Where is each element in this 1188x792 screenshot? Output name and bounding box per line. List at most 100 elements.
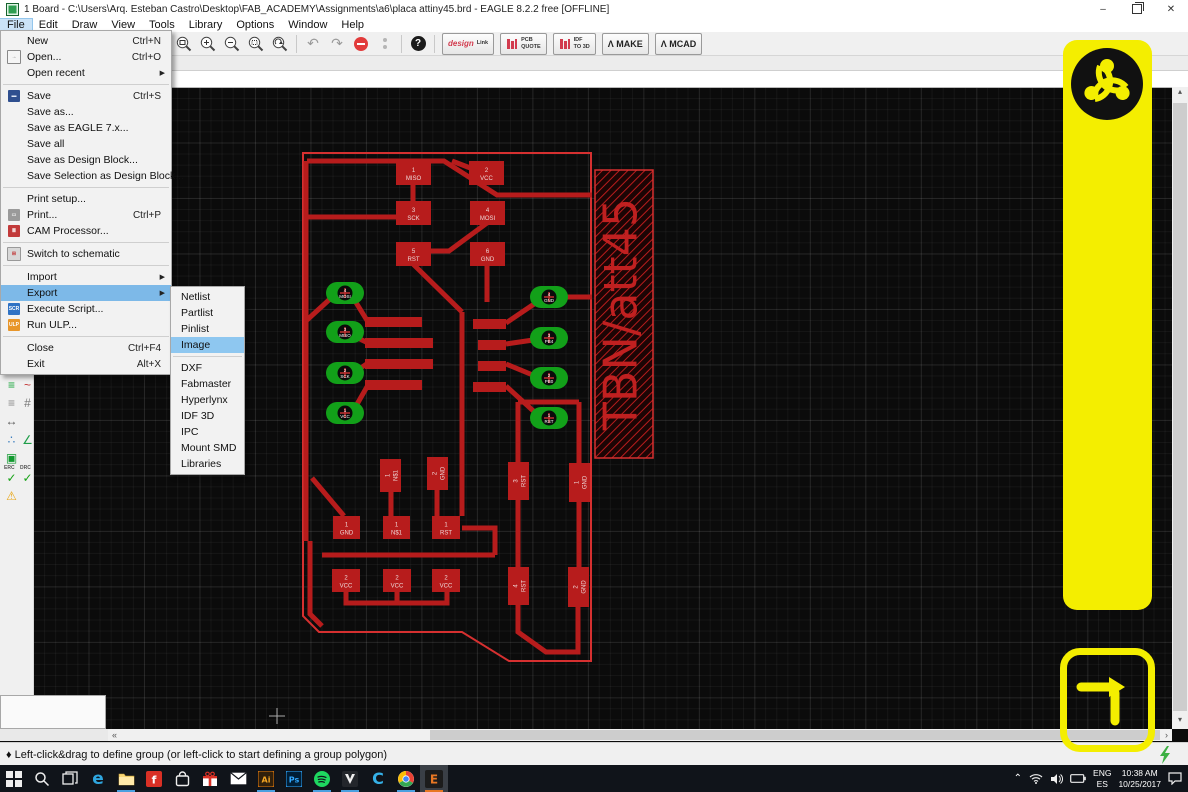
facebook-app-icon[interactable]: f — [140, 765, 168, 792]
layer-stack-icon[interactable]: ≡ — [4, 377, 19, 392]
chrome-icon[interactable] — [392, 765, 420, 792]
gift-app-icon[interactable] — [196, 765, 224, 792]
menubar-item-library[interactable]: Library — [182, 19, 230, 32]
file-menu-item-save-as-eagle-7-x[interactable]: Save as EAGLE 7.x... — [1, 120, 171, 136]
smd-pad[interactable]: 4 RST — [508, 567, 529, 605]
export-menu-item-pinlist[interactable]: Pinlist — [171, 321, 244, 337]
warning-icon[interactable]: ⚠ — [4, 488, 19, 503]
file-menu-item-print-setup[interactable]: Print setup... — [1, 191, 171, 207]
close-button[interactable]: ✕ — [1154, 0, 1188, 18]
mail-icon[interactable] — [224, 765, 252, 792]
zoom-fit-icon[interactable] — [173, 34, 195, 54]
smd-pad[interactable]: 1RST — [432, 516, 460, 539]
clock[interactable]: 10:38 AM 10/25/2017 — [1118, 768, 1161, 789]
erc-check-icon[interactable]: ✓ ERC — [4, 466, 19, 485]
export-menu-item-idf-3d[interactable]: IDF 3D — [171, 408, 244, 424]
layer-gray-icon[interactable]: ≡ — [4, 395, 19, 410]
smd-pad[interactable]: 1MISO — [396, 161, 431, 185]
smd-pad[interactable]: 6GND — [470, 242, 505, 266]
through-hole-pad[interactable]: 1VCC — [326, 402, 364, 424]
help-icon[interactable]: ? — [407, 34, 429, 54]
through-hole-pad[interactable]: 2PB0 — [530, 367, 568, 389]
smd-pad[interactable]: 3 RST — [508, 462, 529, 500]
smd-pad[interactable]: 2VCC — [383, 569, 411, 592]
illustrator-icon[interactable]: Ai — [252, 765, 280, 792]
search-icon[interactable] — [28, 765, 56, 792]
ic-pad[interactable] — [365, 359, 433, 369]
through-hole-pad[interactable]: 3PB4 — [530, 327, 568, 349]
width-arrows-icon[interactable]: ↔ — [4, 413, 19, 428]
menubar-item-options[interactable]: Options — [229, 19, 281, 32]
traffic-light-icon[interactable] — [374, 34, 396, 54]
horizontal-scrollbar[interactable]: « › — [108, 729, 1172, 741]
stop-icon[interactable] — [350, 34, 372, 54]
eagle-icon[interactable]: E — [420, 765, 448, 792]
scroll-left-arrow[interactable]: « — [108, 730, 121, 740]
through-hole-pad[interactable]: 4MOSI — [326, 282, 364, 304]
mcad-button[interactable]: Λ MCAD — [654, 32, 703, 55]
ic-pad[interactable] — [473, 319, 506, 329]
zoom-select-icon[interactable] — [245, 34, 267, 54]
c-app-icon[interactable]: C — [364, 765, 392, 792]
ic-pad[interactable] — [365, 380, 422, 390]
dark-app-icon[interactable] — [336, 765, 364, 792]
smd-pad[interactable]: 1N$1 — [383, 516, 410, 539]
zoom-in-icon[interactable] — [197, 34, 219, 54]
file-menu-item-execute-script[interactable]: SCR Execute Script... — [1, 301, 171, 317]
export-menu-item-netlist[interactable]: Netlist — [171, 289, 244, 305]
pcb-quote-button[interactable]: PCB QUOTE — [500, 32, 547, 55]
export-menu-item-fabmaster[interactable]: Fabmaster — [171, 376, 244, 392]
idf-to-3d-button[interactable]: IDF TO 3D — [552, 32, 596, 55]
command-line-input[interactable] — [0, 71, 1188, 88]
file-menu-item-cam-processor[interactable]: ≣ CAM Processor... — [1, 223, 171, 239]
zoom-redraw-icon[interactable] — [269, 34, 291, 54]
smd-pad[interactable]: 2VCC — [469, 161, 504, 185]
undo-icon[interactable]: ↶ — [302, 34, 324, 54]
smd-pad[interactable]: 3SCK — [396, 201, 431, 225]
zoom-out-icon[interactable] — [221, 34, 243, 54]
file-menu-item-open[interactable]: → Open... Ctrl+O — [1, 49, 171, 65]
redo-icon[interactable]: ↷ — [326, 34, 348, 54]
start-button[interactable] — [0, 765, 28, 792]
smd-pad[interactable]: 1GND — [333, 516, 360, 539]
smd-pad[interactable]: 1N$1 — [380, 459, 401, 492]
file-menu-item-run-ulp[interactable]: ULP Run ULP... — [1, 317, 171, 333]
export-menu-item-hyperlynx[interactable]: Hyperlynx — [171, 392, 244, 408]
through-hole-pad[interactable]: 1RST — [530, 407, 568, 429]
smd-pad[interactable]: 1GND — [569, 463, 590, 502]
vertical-scroll-thumb[interactable] — [1173, 103, 1187, 711]
speaker-icon[interactable] — [1050, 773, 1063, 785]
vertical-scrollbar[interactable]: ▴ ▾ — [1172, 87, 1188, 729]
scroll-up-arrow[interactable]: ▴ — [1172, 87, 1188, 101]
store-app-icon[interactable] — [168, 765, 196, 792]
angle-route-icon[interactable]: ∠ — [20, 432, 35, 447]
file-menu-item-save-all[interactable]: Save all — [1, 136, 171, 152]
file-menu-item-new[interactable]: New Ctrl+N — [1, 33, 171, 49]
tray-expand-icon[interactable]: ⌃ — [1014, 773, 1022, 784]
scroll-right-arrow[interactable]: › — [1161, 730, 1172, 740]
smd-pad[interactable]: 4MOSI — [470, 201, 505, 225]
file-menu-item-save-selection-as-design-block[interactable]: Save Selection as Design Block... — [1, 168, 184, 184]
photoshop-icon[interactable]: Ps — [280, 765, 308, 792]
menubar-item-help[interactable]: Help — [334, 19, 371, 32]
file-menu-item-save-as[interactable]: Save as... — [1, 104, 171, 120]
export-menu-item-image[interactable]: Image — [171, 337, 244, 353]
scroll-down-arrow[interactable]: ▾ — [1172, 715, 1188, 729]
ic-pad[interactable] — [365, 317, 422, 327]
horizontal-scroll-thumb[interactable] — [430, 730, 1160, 740]
export-menu-item-ipc[interactable]: IPC — [171, 424, 244, 440]
file-menu-item-export[interactable]: Export ▶ — [1, 285, 171, 301]
file-explorer-icon[interactable] — [112, 765, 140, 792]
design-link-button[interactable]: design Link — [442, 32, 495, 55]
export-menu-item-dxf[interactable]: DXF — [171, 360, 244, 376]
restore-button[interactable] — [1120, 0, 1154, 18]
smd-pad[interactable]: 2 GND — [427, 457, 448, 490]
ic-pad[interactable] — [473, 382, 506, 392]
file-menu-item-print[interactable]: ▭ Print... Ctrl+P — [1, 207, 171, 223]
file-menu-item-close[interactable]: Close Ctrl+F4 — [1, 340, 171, 356]
spotify-icon[interactable] — [308, 765, 336, 792]
smd-pad[interactable]: 2VCC — [332, 569, 360, 592]
scatter-move-icon[interactable]: ∴ — [4, 432, 19, 447]
action-center-icon[interactable] — [1168, 772, 1182, 785]
through-hole-pad[interactable]: 4GND — [530, 286, 568, 308]
